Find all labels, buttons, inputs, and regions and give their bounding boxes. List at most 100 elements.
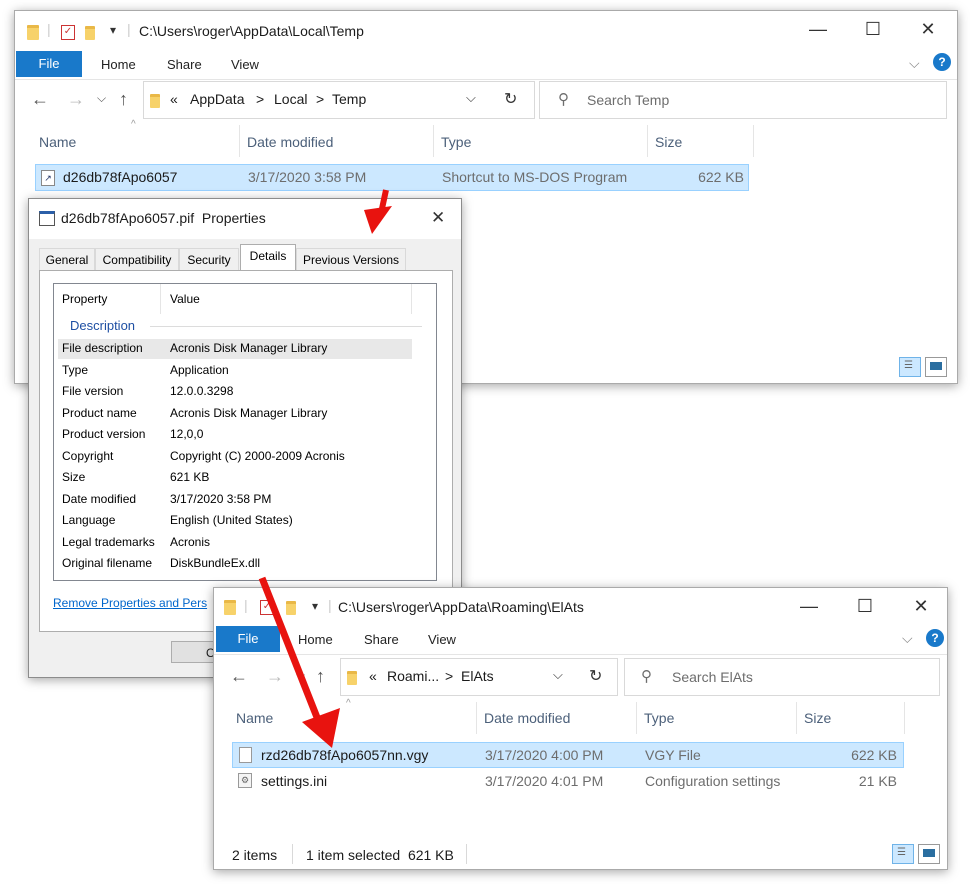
ribbon-file-tab[interactable]: File — [216, 626, 280, 652]
large-icons-view-button[interactable] — [918, 844, 940, 864]
file-row[interactable]: ⚙ settings.ini 3/17/2020 4:01 PM Configu… — [232, 768, 904, 794]
address-bar[interactable]: « AppData > Local > Temp ⌵ ↻ — [143, 81, 535, 119]
back-icon[interactable]: ← — [31, 89, 49, 110]
column-header-date[interactable]: Date modified — [484, 710, 570, 726]
explorer-window-elats: | ✓ ▾ | C:\Users\roger\AppData\Roaming\E… — [213, 587, 948, 870]
property-value: Copyright (C) 2000-2009 Acronis — [170, 448, 345, 463]
separator: | — [47, 21, 51, 37]
ribbon-home-tab[interactable]: Home — [298, 632, 333, 647]
file-type: VGY File — [645, 747, 701, 763]
header-value[interactable]: Value — [170, 292, 200, 306]
column-header-type[interactable]: Type — [441, 134, 471, 150]
property-value: Acronis Disk Manager Library — [170, 405, 328, 420]
ribbon-divider — [15, 79, 957, 80]
column-divider — [239, 125, 240, 157]
close-button[interactable]: ✕ — [913, 19, 943, 40]
column-header-name[interactable]: Name — [236, 710, 273, 726]
breadcrumb-elats[interactable]: ElAts — [461, 668, 494, 684]
up-icon[interactable]: ↑ — [316, 666, 325, 687]
tab-details[interactable]: Details — [240, 244, 296, 272]
file-row[interactable]: ↗ d26db78fApo6057 3/17/2020 3:58 PM Shor… — [35, 164, 749, 191]
refresh-icon[interactable]: ↻ — [504, 89, 517, 109]
search-icon: ⚲ — [558, 91, 569, 108]
breadcrumb-separator: > — [445, 668, 454, 684]
section-divider — [150, 326, 422, 327]
large-icons-view-button[interactable] — [925, 357, 947, 377]
minimize-button[interactable]: — — [794, 596, 824, 617]
breadcrumb-temp[interactable]: Temp — [332, 91, 366, 107]
search-box[interactable]: ⚲ Search Temp — [539, 81, 947, 119]
details-view-button[interactable]: ☰ — [892, 844, 914, 864]
window-title: C:\Users\roger\AppData\Roaming\ElAts — [338, 599, 584, 615]
properties-quick-icon[interactable]: ✓ — [61, 25, 75, 40]
property-value: 12.0.0.3298 — [170, 384, 234, 398]
tab-security[interactable]: Security — [179, 248, 239, 271]
forward-icon[interactable]: → — [67, 89, 85, 110]
dialog-close-button[interactable]: ✕ — [431, 208, 445, 228]
file-size: 21 KB — [858, 773, 897, 789]
breadcrumb-separator: > — [316, 91, 325, 107]
address-dropdown-icon[interactable]: ⌵ — [466, 90, 476, 106]
breadcrumb-overflow[interactable]: « — [170, 91, 178, 107]
maximize-button[interactable]: ☐ — [850, 596, 880, 617]
close-button[interactable]: ✕ — [906, 596, 936, 617]
refresh-icon[interactable]: ↻ — [589, 666, 602, 686]
ribbon-home-tab[interactable]: Home — [101, 57, 136, 72]
folder-icon — [224, 600, 236, 615]
ribbon-expand-icon[interactable]: ⌵ — [909, 55, 920, 72]
address-dropdown-icon[interactable]: ⌵ — [553, 667, 563, 683]
header-divider — [160, 284, 161, 314]
breadcrumb-overflow[interactable]: « — [369, 668, 377, 684]
ribbon-expand-icon[interactable]: ⌵ — [902, 630, 913, 647]
column-header-type[interactable]: Type — [644, 710, 674, 726]
property-name: Product version — [62, 427, 146, 441]
details-list[interactable]: Property Value Description File descript… — [53, 283, 437, 581]
back-icon[interactable]: ← — [230, 666, 248, 687]
folder-icon — [347, 671, 357, 685]
ribbon-share-tab[interactable]: Share — [364, 632, 399, 647]
file-row[interactable]: rzd26db78fApo6057nn.vgy 3/17/2020 4:00 P… — [232, 742, 904, 768]
recent-locations-icon[interactable]: ⌵ — [97, 91, 106, 106]
recent-locations-icon[interactable]: ⌵ — [296, 668, 305, 683]
generic-file-icon — [239, 747, 252, 763]
breadcrumb-local[interactable]: Local — [274, 91, 307, 107]
header-property[interactable]: Property — [62, 292, 107, 306]
property-value: Application — [170, 362, 229, 377]
maximize-button[interactable]: ☐ — [858, 19, 888, 40]
separator: | — [328, 597, 332, 613]
ribbon-view-tab[interactable]: View — [231, 57, 259, 72]
search-box[interactable]: ⚲ Search ElAts — [624, 658, 940, 696]
breadcrumb-roaming[interactable]: Roami... — [387, 668, 439, 684]
properties-quick-icon[interactable]: ✓ — [260, 600, 274, 615]
remove-properties-link[interactable]: Remove Properties and Pers — [53, 596, 207, 610]
ribbon-file-tab[interactable]: File — [16, 51, 82, 77]
address-bar[interactable]: « Roami... > ElAts ⌵ ↻ — [340, 658, 618, 696]
ribbon-view-tab[interactable]: View — [428, 632, 456, 647]
tab-compatibility[interactable]: Compatibility — [95, 248, 179, 271]
details-view-button[interactable]: ☰ — [899, 357, 921, 377]
column-header-name[interactable]: Name — [39, 134, 76, 150]
quick-access-dropdown-icon[interactable]: ▾ — [110, 23, 116, 37]
column-header-size[interactable]: Size — [655, 134, 682, 150]
window-title: C:\Users\roger\AppData\Local\Temp — [139, 23, 364, 39]
minimize-button[interactable]: — — [803, 19, 833, 40]
column-header-size[interactable]: Size — [804, 710, 831, 726]
new-folder-quick-icon[interactable] — [286, 601, 296, 615]
status-selection: 1 item selected 621 KB — [306, 847, 454, 863]
breadcrumb-appdata[interactable]: AppData — [190, 91, 244, 107]
new-folder-quick-icon[interactable] — [85, 26, 95, 40]
tab-general[interactable]: General — [39, 248, 95, 271]
tab-previous-versions[interactable]: Previous Versions — [296, 248, 406, 271]
help-icon[interactable]: ? — [933, 53, 951, 71]
section-description: Description — [70, 318, 136, 333]
forward-icon[interactable]: → — [266, 666, 284, 687]
up-icon[interactable]: ↑ — [119, 89, 128, 110]
property-name: File description — [62, 341, 143, 355]
column-divider — [796, 702, 797, 734]
ribbon-share-tab[interactable]: Share — [167, 57, 202, 72]
column-header-date[interactable]: Date modified — [247, 134, 333, 150]
file-name: d26db78fApo6057 — [63, 169, 178, 185]
help-icon[interactable]: ? — [926, 629, 944, 647]
quick-access-dropdown-icon[interactable]: ▾ — [312, 599, 318, 613]
settings-file-icon: ⚙ — [238, 773, 252, 788]
